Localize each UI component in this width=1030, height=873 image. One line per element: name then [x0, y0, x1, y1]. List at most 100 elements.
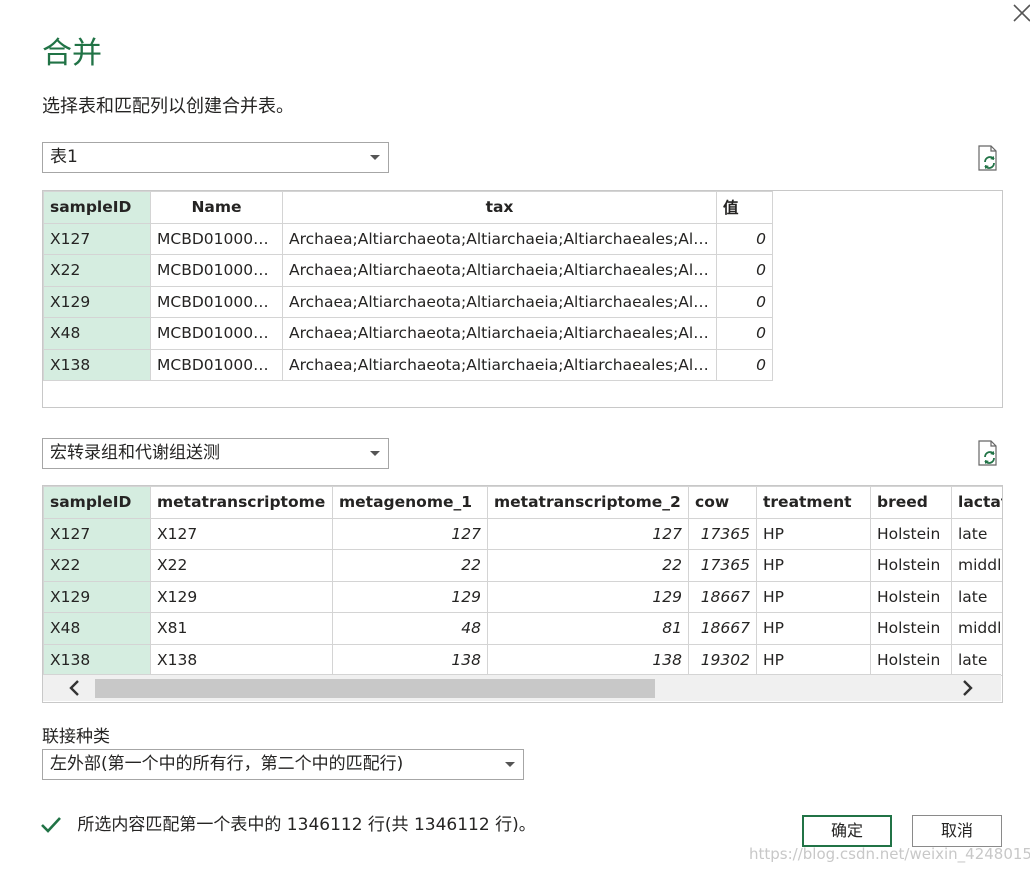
- table1-preview: sampleID Name tax 值 X127 MCBD01000257 Ar…: [42, 190, 1003, 408]
- table-cell: 48: [332, 612, 488, 645]
- table2-header-breed[interactable]: breed: [870, 486, 952, 519]
- table-cell: Holstein: [870, 612, 952, 645]
- table-cell: Holstein: [870, 643, 952, 676]
- table2-select[interactable]: 宏转录组和代谢组送测: [42, 438, 389, 469]
- cancel-button[interactable]: 取消: [912, 815, 1002, 847]
- scrollbar-thumb[interactable]: [95, 679, 655, 698]
- table2-header-metatranscriptome-2[interactable]: metatranscriptome_2: [487, 486, 689, 519]
- table-cell: 17365: [688, 549, 757, 582]
- table1-header-sampleid[interactable]: sampleID: [43, 191, 151, 224]
- table2-header-metagenome-1[interactable]: metagenome_1: [332, 486, 488, 519]
- table-cell: X81: [150, 612, 333, 645]
- table-cell: MCBD01000257: [150, 285, 283, 318]
- table-cell: late: [951, 580, 1002, 613]
- table-cell: HP: [756, 612, 871, 645]
- table2-header-treatment[interactable]: treatment: [756, 486, 871, 519]
- table-cell: 138: [487, 643, 689, 676]
- table-cell: 138: [332, 643, 488, 676]
- table-cell: X127: [43, 222, 151, 255]
- table-cell: MCBD01000257: [150, 222, 283, 255]
- chevron-down-icon: [505, 762, 515, 767]
- table-cell: X48: [43, 612, 151, 645]
- table2-header-sampleid[interactable]: sampleID: [43, 486, 151, 519]
- chevron-right-icon[interactable]: [955, 676, 979, 700]
- table-cell: 0: [716, 285, 773, 318]
- table2-horizontal-scrollbar[interactable]: [43, 674, 1001, 701]
- table-cell: 0: [716, 254, 773, 287]
- table-cell: X127: [150, 517, 333, 550]
- table-row: X48 X81 48 81 18667 HP Holstein middl: [43, 612, 1002, 645]
- chevron-down-icon: [370, 451, 380, 456]
- join-kind-select-value: 左外部(第一个中的所有行，第二个中的匹配行): [50, 754, 404, 774]
- table-cell: middl: [951, 612, 1002, 645]
- table-row: X48 MCBD01000257 Archaea;Altiarchaeota;A…: [43, 317, 773, 350]
- watermark-text: https://blog.csdn.net/weixin_42480153: [749, 845, 1030, 863]
- dialog-subtitle: 选择表和匹配列以创建合并表。: [42, 96, 294, 117]
- dialog-title: 合并: [42, 36, 102, 71]
- table-cell: 22: [332, 549, 488, 582]
- table-cell: X138: [43, 348, 151, 381]
- table1-header-tax[interactable]: tax: [282, 191, 717, 224]
- checkmark-icon: [41, 817, 61, 833]
- table2-select-value: 宏转录组和代谢组送测: [50, 443, 220, 463]
- table-cell: Archaea;Altiarchaeota;Altiarchaeia;Altia…: [282, 348, 717, 381]
- table-cell: 17365: [688, 517, 757, 550]
- table2-header-cow[interactable]: cow: [688, 486, 757, 519]
- table-cell: 0: [716, 348, 773, 381]
- table-cell: MCBD01000257: [150, 254, 283, 287]
- refresh-icon[interactable]: [976, 145, 1000, 171]
- table-cell: X22: [150, 549, 333, 582]
- table-cell: HP: [756, 549, 871, 582]
- ok-button[interactable]: 确定: [802, 815, 892, 847]
- table-row: X138 X138 138 138 19302 HP Holstein late: [43, 643, 1002, 676]
- table-row: X129 X129 129 129 18667 HP Holstein late: [43, 580, 1002, 613]
- table-row: X22 X22 22 22 17365 HP Holstein middl: [43, 549, 1002, 582]
- chevron-down-icon: [370, 155, 380, 160]
- table1-header-value[interactable]: 值: [716, 191, 773, 224]
- table1-header-name[interactable]: Name: [150, 191, 283, 224]
- table-cell: 127: [332, 517, 488, 550]
- table-cell: X48: [43, 317, 151, 350]
- table-cell: late: [951, 643, 1002, 676]
- join-kind-select[interactable]: 左外部(第一个中的所有行，第二个中的匹配行): [42, 749, 524, 780]
- table-cell: HP: [756, 517, 871, 550]
- table-cell: 19302: [688, 643, 757, 676]
- match-status: 所选内容匹配第一个表中的 1346112 行(共 1346112 行)。: [40, 810, 536, 835]
- table-cell: 81: [487, 612, 689, 645]
- table1-select-value: 表1: [50, 147, 78, 167]
- table-cell: X129: [150, 580, 333, 613]
- table-cell: Archaea;Altiarchaeota;Altiarchaeia;Altia…: [282, 285, 717, 318]
- refresh-icon[interactable]: [976, 440, 1000, 466]
- table-cell: 0: [716, 317, 773, 350]
- table2-header-metatranscriptome[interactable]: metatranscriptome: [150, 486, 333, 519]
- table-cell: X129: [43, 580, 151, 613]
- table-cell: 129: [332, 580, 488, 613]
- table-cell: Holstein: [870, 549, 952, 582]
- table-cell: X138: [150, 643, 333, 676]
- chevron-left-icon[interactable]: [63, 676, 87, 700]
- table-row: X127 X127 127 127 17365 HP Holstein late: [43, 517, 1002, 550]
- table-row: X129 MCBD01000257 Archaea;Altiarchaeota;…: [43, 285, 773, 318]
- table1-select[interactable]: 表1: [42, 142, 389, 173]
- table-cell: 127: [487, 517, 689, 550]
- table-cell: middl: [951, 549, 1002, 582]
- table-cell: X127: [43, 517, 151, 550]
- table-cell: Archaea;Altiarchaeota;Altiarchaeia;Altia…: [282, 254, 717, 287]
- table-row: X138 MCBD01000257 Archaea;Altiarchaeota;…: [43, 348, 773, 381]
- table-row: X127 MCBD01000257 Archaea;Altiarchaeota;…: [43, 222, 773, 255]
- table-cell: late: [951, 517, 1002, 550]
- table-cell: Archaea;Altiarchaeota;Altiarchaeia;Altia…: [282, 222, 717, 255]
- close-icon[interactable]: [1011, 2, 1030, 24]
- table-cell: 0: [716, 222, 773, 255]
- table-cell: Holstein: [870, 517, 952, 550]
- table2-header-lactation[interactable]: lactat: [951, 486, 1002, 519]
- table-cell: 18667: [688, 612, 757, 645]
- table-cell: Holstein: [870, 580, 952, 613]
- table-cell: Archaea;Altiarchaeota;Altiarchaeia;Altia…: [282, 317, 717, 350]
- table-cell: X22: [43, 549, 151, 582]
- table-cell: 22: [487, 549, 689, 582]
- table-row: X22 MCBD01000257 Archaea;Altiarchaeota;A…: [43, 254, 773, 287]
- table-cell: MCBD01000257: [150, 317, 283, 350]
- table-cell: MCBD01000257: [150, 348, 283, 381]
- table-cell: X22: [43, 254, 151, 287]
